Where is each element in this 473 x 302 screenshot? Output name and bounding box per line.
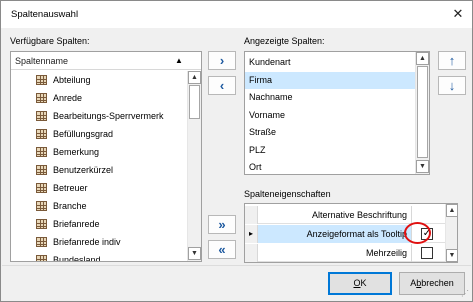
available-column-label: Benutzerkürzel xyxy=(53,165,114,175)
scrollbar-thumb[interactable] xyxy=(417,66,428,158)
table-column-icon xyxy=(36,255,47,261)
row-marker-icon xyxy=(245,244,258,262)
available-column-label: Briefanrede indiv xyxy=(53,237,121,247)
table-column-icon xyxy=(36,201,47,211)
table-column-icon xyxy=(36,93,47,103)
property-name: Alternative Beschriftung xyxy=(311,210,407,220)
row-marker-icon: ▸ xyxy=(245,225,258,243)
title-bar: Spaltenauswahl ✕ xyxy=(1,1,472,28)
available-column-label: Bundesland xyxy=(53,255,101,262)
available-columns-label: Verfügbare Spalten: xyxy=(10,36,90,46)
properties-scrollbar[interactable]: ▲ ▼ xyxy=(445,204,457,262)
table-column-icon xyxy=(36,75,47,85)
cancel-label-rest: brechen xyxy=(421,278,454,288)
move-up-button[interactable]: ↑ xyxy=(438,51,466,70)
displayed-scrollbar[interactable]: ▲ ▼ xyxy=(415,52,429,174)
available-columns-list[interactable]: Spaltenname ▲ Abteilung Anrede Bearbeitung… xyxy=(10,51,202,262)
scrollbar-thumb[interactable] xyxy=(189,85,200,119)
available-column-item[interactable]: Betreuer xyxy=(11,179,187,197)
property-name: Mehrzeilig xyxy=(365,248,407,258)
available-column-item[interactable]: Abteilung xyxy=(11,71,187,89)
add-column-button[interactable]: › xyxy=(208,51,236,70)
remove-column-button[interactable]: ‹ xyxy=(208,76,236,95)
table-column-icon xyxy=(36,165,47,175)
property-name: Anzeigeformat als Tooltip xyxy=(258,225,411,243)
available-column-item[interactable]: Benutzerkürzel xyxy=(11,161,187,179)
available-column-item[interactable]: Bundesland xyxy=(11,251,187,262)
table-column-icon xyxy=(36,111,47,121)
available-column-label: Abteilung xyxy=(53,75,91,85)
available-scrollbar[interactable]: ▲ ▼ xyxy=(187,71,201,261)
scroll-down-icon[interactable]: ▼ xyxy=(416,160,429,173)
available-column-item[interactable]: Bearbeitungs-Sperrvermerk xyxy=(11,107,187,125)
highlight-circle xyxy=(404,222,431,244)
available-column-item[interactable]: Branche xyxy=(11,197,187,215)
cancel-button[interactable]: Abbrechen xyxy=(399,272,465,295)
ok-button[interactable]: OK xyxy=(328,272,392,295)
resize-grip-icon[interactable]: ⋰ xyxy=(459,289,469,299)
column-properties-label: Spalteneigenschaften xyxy=(244,189,331,199)
available-column-label: Betreuer xyxy=(53,183,88,193)
scroll-up-icon[interactable]: ▲ xyxy=(446,204,457,217)
available-column-label: Bemerkung xyxy=(53,147,100,157)
sort-ascending-icon: ▲ xyxy=(175,56,183,65)
available-column-item[interactable]: Befüllungsgrad xyxy=(11,125,187,143)
displayed-column-item[interactable]: Vorname xyxy=(245,107,415,125)
move-down-button[interactable]: ↓ xyxy=(438,76,466,95)
available-column-item[interactable]: Briefanrede indiv xyxy=(11,233,187,251)
available-column-item[interactable]: Briefanrede xyxy=(11,215,187,233)
scroll-down-icon[interactable]: ▼ xyxy=(188,247,201,260)
available-column-item[interactable]: Anrede xyxy=(11,89,187,107)
displayed-column-item[interactable]: Ort xyxy=(245,159,415,174)
column-selection-dialog: Spaltenauswahl ✕ Verfügbare Spalten: Spa… xyxy=(0,0,473,302)
available-column-label: Anrede xyxy=(53,93,83,103)
dialog-footer: OK Abbrechen ⋰ xyxy=(2,265,471,301)
available-column-item[interactable]: Bemerkung xyxy=(11,143,187,161)
property-row[interactable]: Alternative Beschriftung xyxy=(245,206,457,224)
available-column-label: Briefanrede xyxy=(53,219,100,229)
ok-mnemonic: O xyxy=(353,278,361,288)
remove-all-columns-button[interactable]: « xyxy=(208,240,236,259)
table-column-icon xyxy=(36,129,47,139)
displayed-columns-label: Angezeigte Spalten: xyxy=(244,36,325,46)
displayed-column-item[interactable]: Firma xyxy=(245,71,415,89)
table-column-icon xyxy=(36,147,47,157)
displayed-column-item[interactable]: Nachname xyxy=(245,89,415,107)
available-items: Abteilung Anrede Bearbeitungs-Sperrvermerk… xyxy=(11,71,187,262)
table-column-icon xyxy=(36,237,47,247)
scroll-down-icon[interactable]: ▼ xyxy=(446,249,457,262)
property-row[interactable]: Mehrzeilig xyxy=(245,244,457,262)
displayed-columns-list[interactable]: Kundenart Firma Nachname Vorname Straße PLZ Or… xyxy=(244,51,430,175)
close-icon[interactable]: ✕ xyxy=(450,6,466,22)
table-column-icon xyxy=(36,183,47,193)
displayed-items: Kundenart Firma Nachname Vorname Straße PLZ Or… xyxy=(245,54,415,174)
displayed-column-item[interactable]: PLZ xyxy=(245,142,415,160)
column-name-header-label: Spaltenname xyxy=(15,56,69,66)
displayed-column-item[interactable]: Kundenart xyxy=(245,54,415,72)
table-column-icon xyxy=(36,219,47,229)
scroll-up-icon[interactable]: ▲ xyxy=(416,52,429,65)
scroll-up-icon[interactable]: ▲ xyxy=(188,71,201,84)
available-column-label: Branche xyxy=(53,201,87,211)
available-column-label: Bearbeitungs-Sperrvermerk xyxy=(53,111,164,121)
displayed-column-item[interactable]: Straße xyxy=(245,124,415,142)
column-name-header[interactable]: Spaltenname ▲ xyxy=(11,52,201,70)
property-checkbox[interactable] xyxy=(421,247,433,259)
ok-label: K xyxy=(360,278,367,288)
window-title: Spaltenauswahl xyxy=(11,9,79,20)
add-all-columns-button[interactable]: » xyxy=(208,215,236,234)
available-column-label: Befüllungsgrad xyxy=(53,129,114,139)
row-marker-icon xyxy=(245,206,258,224)
property-value xyxy=(411,244,444,262)
